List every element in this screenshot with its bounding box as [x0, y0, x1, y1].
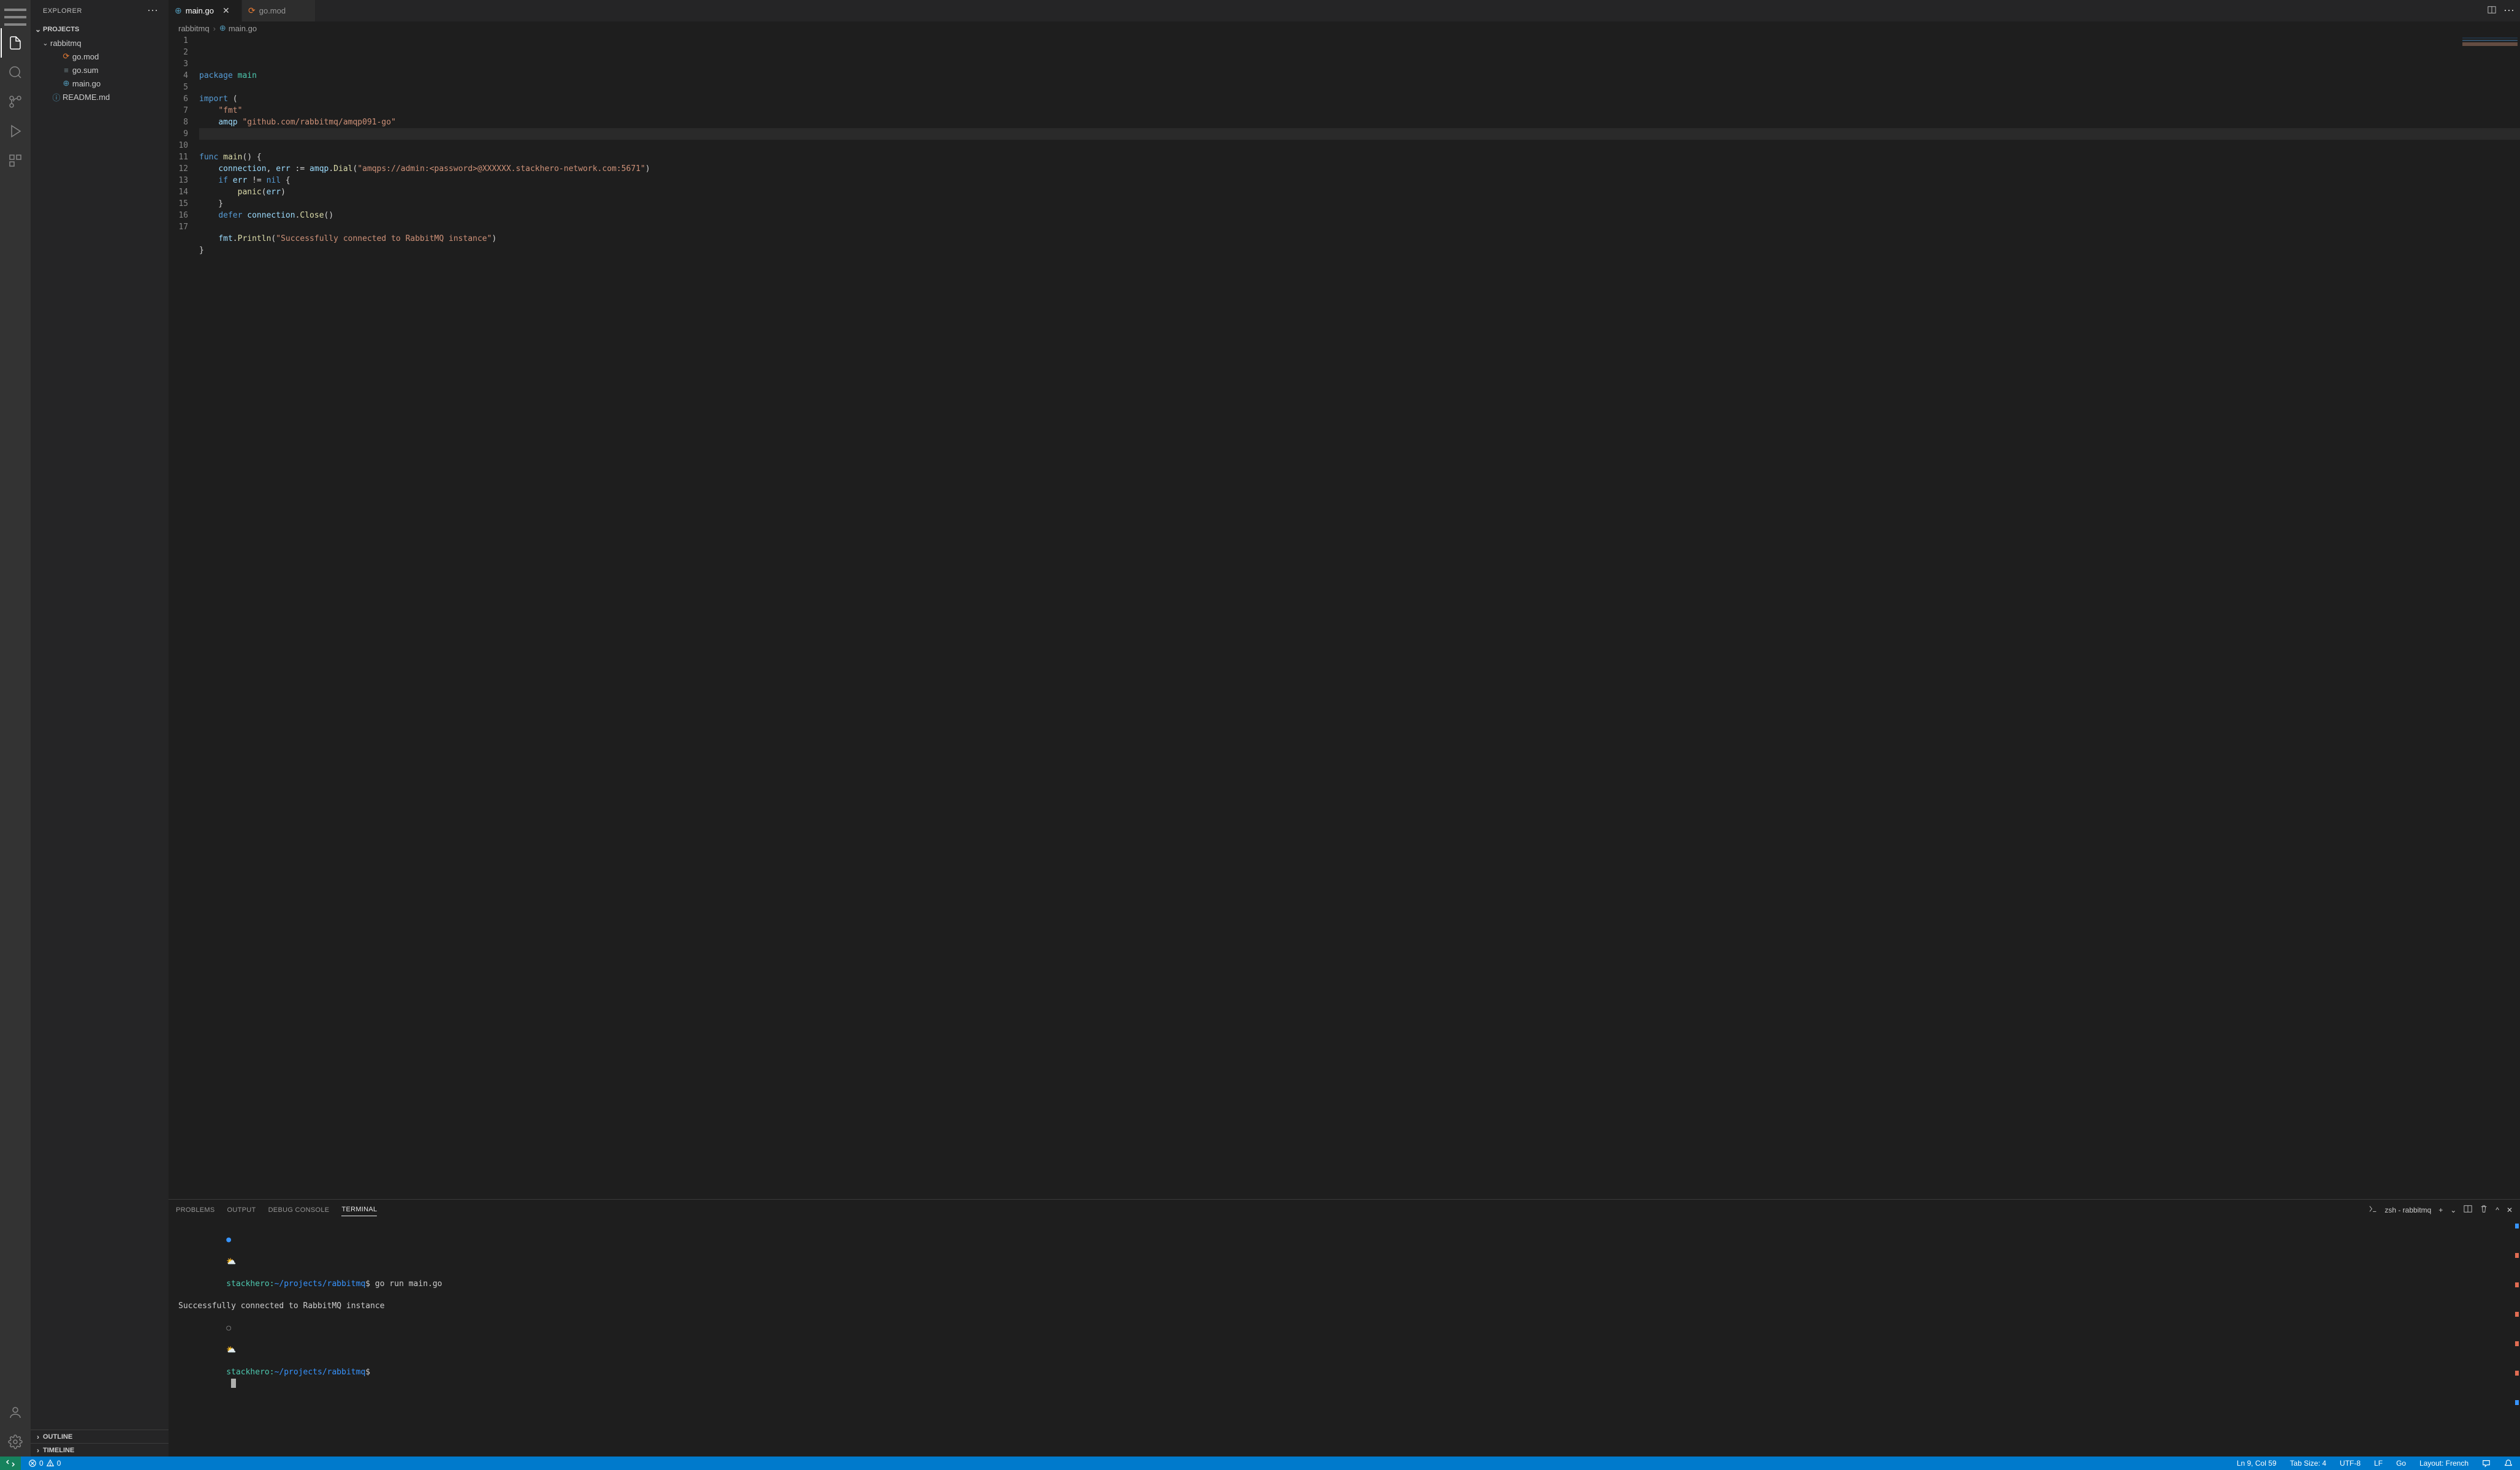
tab-output[interactable]: OUTPUT [227, 1204, 256, 1216]
terminal-body[interactable]: ● ⛅ stackhero:~/projects/rabbitmq$ go ru… [169, 1220, 2520, 1457]
tab-size[interactable]: Tab Size: 4 [2288, 1459, 2329, 1468]
folder-rabbitmq[interactable]: ⌄ rabbitmq [31, 36, 169, 50]
error-count: 0 [39, 1459, 44, 1468]
prompt-user: stackhero [226, 1368, 269, 1377]
tab-label: main.go [186, 6, 214, 15]
sidebar-header: EXPLORER ⋯ [31, 0, 169, 21]
mod-file-icon: ⟳ [248, 6, 256, 16]
chevron-down-icon: ⌄ [33, 25, 43, 34]
chevron-right-icon: › [33, 1433, 43, 1441]
terminal-output: Successfully connected to RabbitMQ insta… [178, 1301, 2510, 1312]
feedback-icon[interactable] [2480, 1459, 2493, 1468]
panel-tabs: PROBLEMS OUTPUT DEBUG CONSOLE TERMINAL z… [169, 1200, 2520, 1220]
editor-tab[interactable]: ⟳go.mod [242, 0, 316, 21]
projects-section-header[interactable]: ⌄ PROJECTS [31, 23, 169, 36]
md-file-icon: ⓘ [50, 91, 63, 103]
projects-label: PROJECTS [43, 26, 79, 33]
cursor-position[interactable]: Ln 9, Col 59 [2234, 1459, 2279, 1468]
sidebar-more-icon[interactable]: ⋯ [147, 4, 159, 17]
encoding[interactable]: UTF-8 [2337, 1459, 2363, 1468]
account-icon[interactable] [1, 1398, 30, 1427]
file-item[interactable]: ≡go.sum [31, 63, 169, 77]
editor-area: ⊕main.go✕⟳go.mod ⋯ rabbitmq › ⊕ main.go … [169, 0, 2520, 1457]
file-item[interactable]: ⟳go.mod [31, 50, 169, 63]
code-content[interactable]: package mainimport ( "fmt" amqp "github.… [199, 35, 2520, 1199]
status-bar: 0 0 Ln 9, Col 59 Tab Size: 4 UTF-8 LF Go… [0, 1457, 2520, 1470]
prompt-path: ~/projects/rabbitmq [275, 1368, 366, 1377]
chevron-down-icon: ⌄ [40, 39, 50, 47]
mod-file-icon: ⟳ [60, 51, 72, 61]
editor-more-icon[interactable]: ⋯ [2503, 4, 2515, 17]
menu-icon[interactable] [1, 6, 30, 28]
file-label: README.md [63, 93, 110, 102]
prompt-status-icon: ● [226, 1235, 231, 1244]
tab-terminal[interactable]: TERMINAL [341, 1203, 377, 1216]
search-icon[interactable] [1, 58, 30, 87]
tab-debug-console[interactable]: DEBUG CONSOLE [268, 1204, 330, 1216]
close-panel-icon[interactable]: ✕ [2507, 1206, 2513, 1214]
breadcrumb-segment[interactable]: main.go [229, 24, 257, 33]
file-item[interactable]: ⓘREADME.md [31, 90, 169, 104]
sidebar-title: EXPLORER [43, 7, 82, 15]
terminal-split-dropdown-icon[interactable]: ⌄ [2450, 1206, 2456, 1214]
language-mode[interactable]: Go [2394, 1459, 2408, 1468]
terminal-label[interactable]: zsh - rabbitmq [2385, 1206, 2431, 1214]
outline-section-header[interactable]: › OUTLINE [31, 1430, 169, 1443]
new-terminal-icon[interactable]: + [2438, 1206, 2443, 1214]
timeline-label: TIMELINE [43, 1447, 74, 1454]
split-editor-icon[interactable] [2488, 6, 2496, 16]
terminal-command: go run main.go [370, 1279, 442, 1289]
scrollbar-marks [2515, 1224, 2519, 1453]
terminal-cursor [231, 1379, 236, 1388]
chevron-right-icon: › [212, 24, 217, 33]
notifications-icon[interactable] [2502, 1459, 2515, 1468]
prompt-user: stackhero [226, 1279, 269, 1289]
minimap[interactable] [2462, 37, 2518, 68]
go-file-icon: ⊕ [219, 23, 226, 33]
outline-label: OUTLINE [43, 1433, 72, 1441]
chevron-right-icon: › [33, 1446, 43, 1455]
breadcrumbs[interactable]: rabbitmq › ⊕ main.go [169, 21, 2520, 35]
eol[interactable]: LF [2372, 1459, 2385, 1468]
go-file-icon: ⊕ [60, 78, 72, 88]
file-label: main.go [72, 79, 101, 88]
source-control-icon[interactable] [1, 87, 30, 116]
split-terminal-icon[interactable] [2464, 1205, 2472, 1215]
file-item[interactable]: ⊕main.go [31, 77, 169, 90]
close-tab-icon[interactable]: ✕ [222, 6, 230, 16]
weather-icon: ⛅ [226, 1346, 236, 1355]
tab-label: go.mod [259, 6, 286, 15]
remote-indicator-icon[interactable] [0, 1457, 21, 1470]
timeline-section-header[interactable]: › TIMELINE [31, 1443, 169, 1457]
activity-bar [0, 0, 31, 1457]
go-file-icon: ⊕ [175, 6, 182, 16]
settings-gear-icon[interactable] [1, 1427, 30, 1457]
tab-bar: ⊕ main.go ✕ ⟳go.mod ⋯ [169, 0, 2520, 21]
file-label: go.sum [72, 66, 99, 75]
code-editor[interactable]: 1234567891011121314151617 package mainim… [169, 35, 2520, 1199]
extensions-icon[interactable] [1, 146, 30, 175]
problems-status[interactable]: 0 0 [26, 1459, 63, 1468]
tab-problems[interactable]: PROBLEMS [176, 1204, 215, 1216]
trash-icon[interactable] [2480, 1205, 2488, 1215]
editor-tab[interactable]: ⊕ main.go ✕ [169, 0, 242, 21]
sidebar: EXPLORER ⋯ ⌄ PROJECTS ⌄ rabbitmq ⟳go.mod… [31, 0, 169, 1457]
maximize-panel-icon[interactable]: ^ [2495, 1206, 2499, 1214]
bottom-panel: PROBLEMS OUTPUT DEBUG CONSOLE TERMINAL z… [169, 1199, 2520, 1457]
sum-file-icon: ≡ [60, 66, 72, 75]
line-gutter: 1234567891011121314151617 [169, 35, 199, 1199]
debug-icon[interactable] [1, 116, 30, 146]
keyboard-layout[interactable]: Layout: French [2417, 1459, 2471, 1468]
prompt-path: ~/projects/rabbitmq [275, 1279, 366, 1289]
prompt-status-icon: ○ [226, 1323, 231, 1333]
terminal-profile-icon[interactable] [2369, 1205, 2377, 1215]
file-label: go.mod [72, 52, 99, 61]
explorer-icon[interactable] [1, 28, 30, 58]
breadcrumb-segment[interactable]: rabbitmq [178, 24, 210, 33]
warning-count: 0 [57, 1459, 61, 1468]
folder-label: rabbitmq [50, 39, 82, 48]
weather-icon: ⛅ [226, 1257, 236, 1266]
